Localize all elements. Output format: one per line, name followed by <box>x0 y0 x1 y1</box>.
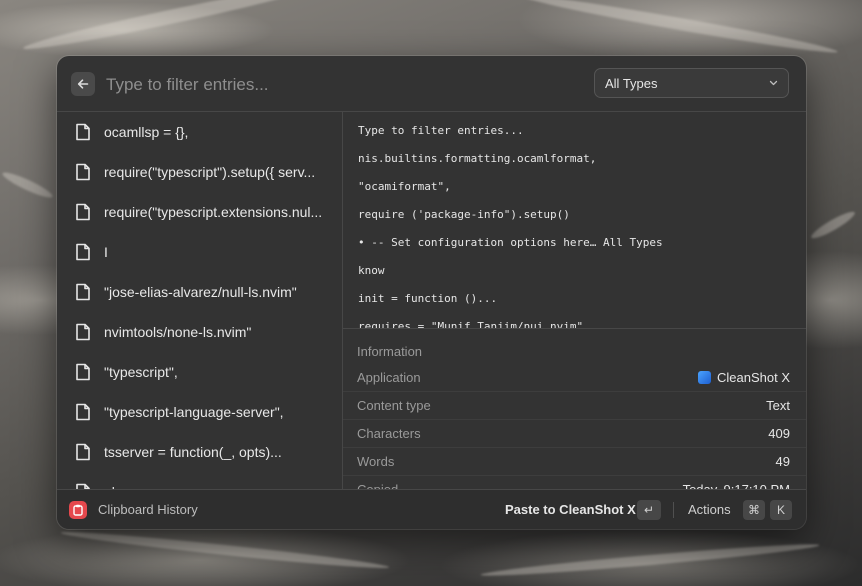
document-icon <box>76 203 90 221</box>
preview-line: nis.builtins.formatting.ocamlformat, <box>358 152 597 165</box>
info-value-wrap: CleanShot X <box>698 370 790 385</box>
background-streak <box>480 540 820 580</box>
list-item[interactable]: require("typescript").setup({ serv... <box>57 152 342 192</box>
info-value: 409 <box>768 426 790 441</box>
background-streak <box>0 168 55 202</box>
info-key: Content type <box>357 398 431 413</box>
list-item[interactable]: ocamllsp = {}, <box>57 112 342 152</box>
cleanshot-app-icon <box>698 371 711 384</box>
list-item-label: "typescript", <box>104 364 178 380</box>
background-streak <box>60 527 390 573</box>
type-filter-label: All Types <box>605 75 658 91</box>
info-value-wrap: Today, 9:17:10 PM <box>683 482 790 489</box>
info-key: Words <box>357 454 395 469</box>
k-key-hint: K <box>770 500 792 520</box>
document-icon <box>76 443 90 461</box>
info-row: Application CleanShot X <box>343 364 806 392</box>
document-icon <box>76 123 90 141</box>
type-filter-dropdown[interactable]: All Types <box>594 68 789 98</box>
document-icon <box>76 403 90 421</box>
info-value-wrap: 409 <box>768 426 790 441</box>
list-item[interactable]: I <box>57 232 342 272</box>
info-value-wrap: 49 <box>776 454 790 469</box>
info-value: Text <box>766 398 790 413</box>
document-icon <box>76 363 90 381</box>
list-item[interactable]: alvarez <box>57 472 342 489</box>
list-item-label: ocamllsp = {}, <box>104 124 189 140</box>
actions-button[interactable]: Actions <box>688 502 731 517</box>
document-icon <box>76 243 90 261</box>
footer-bar: Clipboard History Paste to CleanShot X ↵… <box>57 489 806 529</box>
list-item-label: "jose-elias-alvarez/null-ls.nvim" <box>104 284 297 300</box>
info-value: 49 <box>775 454 790 469</box>
list-item-label: tsserver = function(_, opts)... <box>104 444 282 460</box>
preview-line: require ('package-info").setup() <box>358 208 570 221</box>
list-item[interactable]: "jose-elias-alvarez/null-ls.nvim" <box>57 272 342 312</box>
list-item[interactable]: require("typescript.extensions.nul... <box>57 192 342 232</box>
list-item-label: nvimtools/none-ls.nvim" <box>104 324 252 340</box>
list-item[interactable]: "typescript", <box>57 352 342 392</box>
info-key: Characters <box>357 426 421 441</box>
clipboard-icon <box>69 501 87 519</box>
info-row: Content type Text <box>343 392 806 420</box>
info-key: Copied <box>357 482 398 489</box>
document-icon <box>76 283 90 301</box>
paste-action-button[interactable]: Paste to CleanShot X <box>505 502 636 517</box>
list-item-label: "typescript-language-server", <box>104 404 284 420</box>
preview-line: Type to filter entries... <box>358 124 524 137</box>
info-key: Application <box>357 370 421 385</box>
list-item-label: require("typescript.extensions.nul... <box>104 204 323 220</box>
list-item-label: require("typescript").setup({ serv... <box>104 164 316 180</box>
list-item[interactable]: "typescript-language-server", <box>57 392 342 432</box>
preview-line: requires = "Munif Tanjim/nui.nvim" <box>358 320 584 329</box>
document-icon <box>76 163 90 181</box>
background-streak <box>808 208 858 242</box>
background-streak <box>21 0 319 56</box>
preview-line: init = function ()... <box>358 292 498 305</box>
list-item[interactable]: tsserver = function(_, opts)... <box>57 432 342 472</box>
preview-line: "ocamiformat", <box>358 180 451 193</box>
info-value-wrap: Text <box>766 398 790 413</box>
back-button[interactable] <box>71 72 95 96</box>
content-preview: Type to filter entries... nis.builtins.fo… <box>343 112 806 329</box>
background-streak <box>521 0 839 58</box>
return-key-hint: ↵ <box>637 500 661 520</box>
footer-separator <box>673 502 674 518</box>
info-row: Words 49 <box>343 448 806 476</box>
preview-line: know <box>358 264 385 277</box>
info-row: Characters 409 <box>343 420 806 448</box>
list-item[interactable]: nvimtools/none-ls.nvim" <box>57 312 342 352</box>
document-icon <box>76 323 90 341</box>
information-panel: Information Application CleanShot X Conten… <box>343 329 806 489</box>
information-title: Information <box>357 344 423 359</box>
command-key-hint: ⌘ <box>743 500 765 520</box>
info-value: CleanShot X <box>717 370 790 385</box>
entries-list: ocamllsp = {}, require("typescript").setu… <box>57 112 343 489</box>
chevron-down-icon <box>769 80 778 86</box>
clipboard-history-window: All Types ocamllsp = {}, require("typescr… <box>57 56 806 529</box>
info-row: Copied Today, 9:17:10 PM <box>343 476 806 489</box>
info-value: Today, 9:17:10 PM <box>683 482 790 489</box>
arrow-left-icon <box>77 79 89 89</box>
list-item-label: I <box>104 244 108 260</box>
search-input[interactable] <box>104 70 588 100</box>
preview-line: • -- Set configuration options here… All… <box>358 236 663 249</box>
app-name: Clipboard History <box>98 502 198 517</box>
search-bar: All Types <box>57 56 806 112</box>
